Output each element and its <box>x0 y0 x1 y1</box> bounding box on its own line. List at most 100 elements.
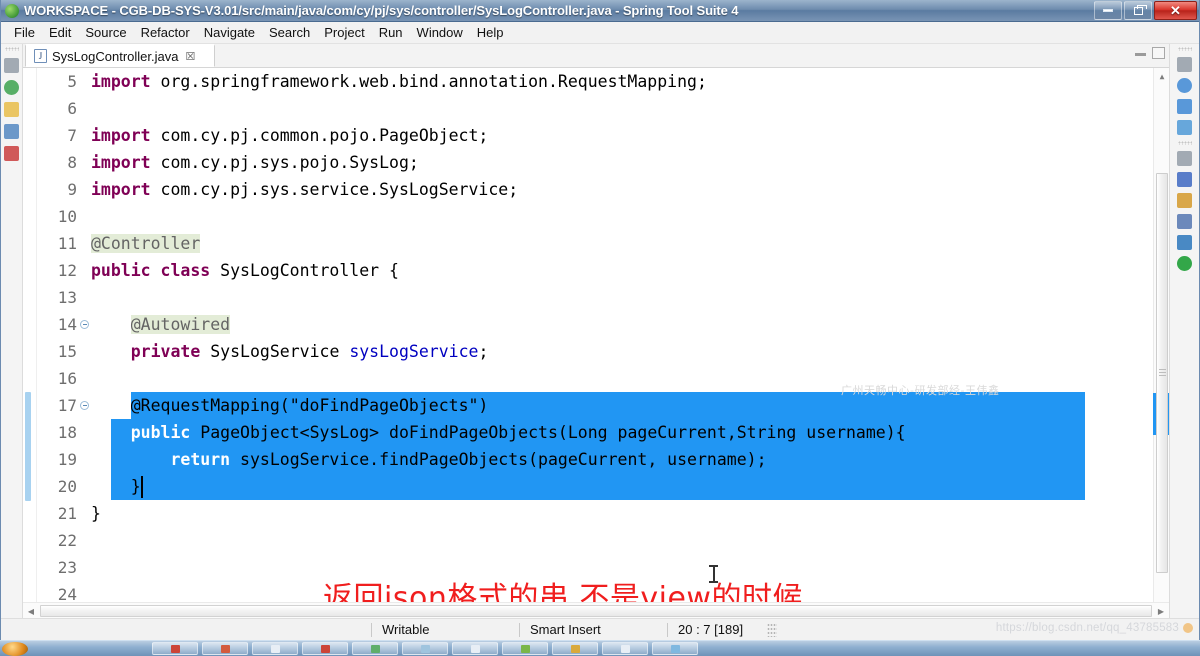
spring-tool-suite-window: WORKSPACE - CGB-DB-SYS-V3.01/src/main/ja… <box>0 0 1200 640</box>
java-file-icon: J <box>34 49 47 63</box>
taskbar-item-2[interactable] <box>202 642 248 655</box>
package-explorer-icon[interactable] <box>4 102 19 117</box>
editor-horizontal-scrollbar[interactable]: ◀ ▶ <box>23 602 1169 618</box>
editor-tab-syslogcontroller[interactable]: J SysLogController.java ☒ <box>25 44 215 67</box>
fold-collapse-icon[interactable] <box>80 320 89 329</box>
code-line[interactable]: 13 <box>23 284 1169 311</box>
minimize-editor-icon[interactable] <box>1135 51 1146 56</box>
menu-item-help[interactable]: Help <box>470 23 511 42</box>
line-number: 19 <box>57 450 77 469</box>
menu-item-window[interactable]: Window <box>410 23 470 42</box>
right-bar-separator <box>1177 141 1192 145</box>
restore-button[interactable] <box>1124 1 1152 20</box>
editor-view-buttons <box>1135 47 1165 59</box>
code-line[interactable]: 8 import com.cy.pj.sys.pojo.SysLog; <box>23 149 1169 176</box>
minimize-button[interactable] <box>1094 1 1122 20</box>
code-line[interactable]: 9 import com.cy.pj.sys.service.SysLogServ… <box>23 176 1169 203</box>
problems-view-icon[interactable] <box>1177 193 1192 208</box>
debug-perspective-icon[interactable] <box>4 146 19 161</box>
console-view-icon[interactable] <box>1177 172 1192 187</box>
code-line[interactable]: 12 public class SysLogController { <box>23 257 1169 284</box>
team-sync-icon[interactable] <box>4 124 19 139</box>
close-button[interactable]: ✕ <box>1154 1 1197 20</box>
windows-start-orb-icon[interactable] <box>2 641 28 656</box>
line-number: 22 <box>57 531 77 550</box>
code-line[interactable]: 22 <box>23 527 1169 554</box>
close-icon[interactable]: ☒ <box>185 50 195 63</box>
line-text: private SysLogService sysLogService; <box>130 342 489 361</box>
taskbar-item-6[interactable] <box>402 642 448 655</box>
csdn-logo-icon <box>1183 623 1193 633</box>
taskbar-item-11[interactable] <box>652 642 698 655</box>
right-bar-drag-handle[interactable] <box>1177 47 1192 51</box>
taskbar-item-7[interactable] <box>452 642 498 655</box>
editor-vertical-scrollbar[interactable]: ▲ ▼ <box>1153 68 1169 618</box>
line-text: public PageObject<SysLog> doFindPageObje… <box>130 423 906 442</box>
line-number: 15 <box>57 342 77 361</box>
progress-view-icon[interactable] <box>1177 256 1192 271</box>
code-line[interactable]: 6 <box>23 95 1169 122</box>
maximize-editor-icon[interactable] <box>1152 47 1165 59</box>
menu-item-source[interactable]: Source <box>78 23 133 42</box>
line-number: 6 <box>67 99 77 118</box>
selection-highlight <box>110 473 1085 500</box>
properties-icon[interactable] <box>1177 99 1192 114</box>
taskbar-item-10[interactable] <box>602 642 648 655</box>
taskbar-item-9[interactable] <box>552 642 598 655</box>
taskbar-item-4[interactable] <box>302 642 348 655</box>
code-line[interactable]: 15 private SysLogService sysLogService; <box>23 338 1169 365</box>
menu-item-search[interactable]: Search <box>262 23 317 42</box>
code-line[interactable]: 10 <box>23 203 1169 230</box>
menu-item-project[interactable]: Project <box>317 23 371 42</box>
title-bar: WORKSPACE - CGB-DB-SYS-V3.01/src/main/ja… <box>1 0 1199 22</box>
line-number: 7 <box>67 126 77 145</box>
code-line[interactable]: 18 public PageObject<SysLog> doFindPageO… <box>23 419 1169 446</box>
spring-boot-perspective-icon[interactable] <box>4 80 19 95</box>
scroll-up-icon[interactable]: ▲ <box>1154 68 1169 84</box>
taskbar-item-8[interactable] <box>502 642 548 655</box>
restore-view-icon[interactable] <box>1177 57 1192 72</box>
fold-collapse-icon[interactable] <box>80 401 89 410</box>
line-text: public class SysLogController { <box>91 261 399 280</box>
horizontal-scroll-thumb[interactable] <box>40 605 1152 617</box>
code-editor-canvas[interactable]: 5 import org.springframework.web.bind.ann… <box>23 68 1169 618</box>
code-line[interactable]: 14 @Autowired <box>23 311 1169 338</box>
restore-perspective-icon[interactable] <box>4 58 19 73</box>
menu-item-edit[interactable]: Edit <box>42 23 78 42</box>
menu-item-refactor[interactable]: Refactor <box>134 23 197 42</box>
menu-item-run[interactable]: Run <box>372 23 410 42</box>
console-signal-icon[interactable] <box>1177 78 1192 93</box>
line-number: 20 <box>57 477 77 496</box>
line-text: import com.cy.pj.common.pojo.PageObject; <box>91 126 489 145</box>
menu-item-file[interactable]: File <box>7 23 42 42</box>
taskbar-item-5[interactable] <box>352 642 398 655</box>
taskbar-item-1[interactable] <box>152 642 198 655</box>
left-bar-drag-handle[interactable] <box>4 47 19 51</box>
center-watermark: 广州天畅中心-研发部经-王伟鑫 <box>841 384 1000 397</box>
vertical-scroll-thumb[interactable] <box>1156 173 1168 573</box>
taskbar-item-3[interactable] <box>252 642 298 655</box>
line-number: 12 <box>57 261 77 280</box>
code-line[interactable]: 21} <box>23 500 1169 527</box>
servers-icon[interactable] <box>1177 120 1192 135</box>
text-i-beam-cursor <box>709 565 718 583</box>
line-number: 9 <box>67 180 77 199</box>
code-line[interactable]: 11 @Controller <box>23 230 1169 257</box>
status-caret-position: 20 : 7 [189] <box>678 621 744 637</box>
code-line[interactable]: 5 import org.springframework.web.bind.ann… <box>23 68 1169 95</box>
csdn-watermark-text: https://blog.csdn.net/qq_43785583 <box>995 622 1179 634</box>
menu-item-navigate[interactable]: Navigate <box>197 23 262 42</box>
scroll-right-icon[interactable]: ▶ <box>1153 603 1169 619</box>
javadoc-view-icon[interactable] <box>1177 214 1192 229</box>
minimize-view-icon[interactable] <box>1177 151 1192 166</box>
code-line[interactable]: 7 import com.cy.pj.common.pojo.PageObject… <box>23 122 1169 149</box>
code-line[interactable]: 19 return sysLogService.findPageObjects(… <box>23 446 1169 473</box>
right-fast-view-bar <box>1169 44 1199 618</box>
scroll-left-icon[interactable]: ◀ <box>23 603 39 619</box>
code-line[interactable]: 20 } <box>23 473 1169 500</box>
boot-dashboard-icon[interactable] <box>1177 235 1192 250</box>
line-number: 11 <box>57 234 77 253</box>
status-resize-handle[interactable] <box>767 622 778 637</box>
editor-tab-label: SysLogController.java <box>52 48 179 64</box>
line-text: } <box>91 477 141 496</box>
